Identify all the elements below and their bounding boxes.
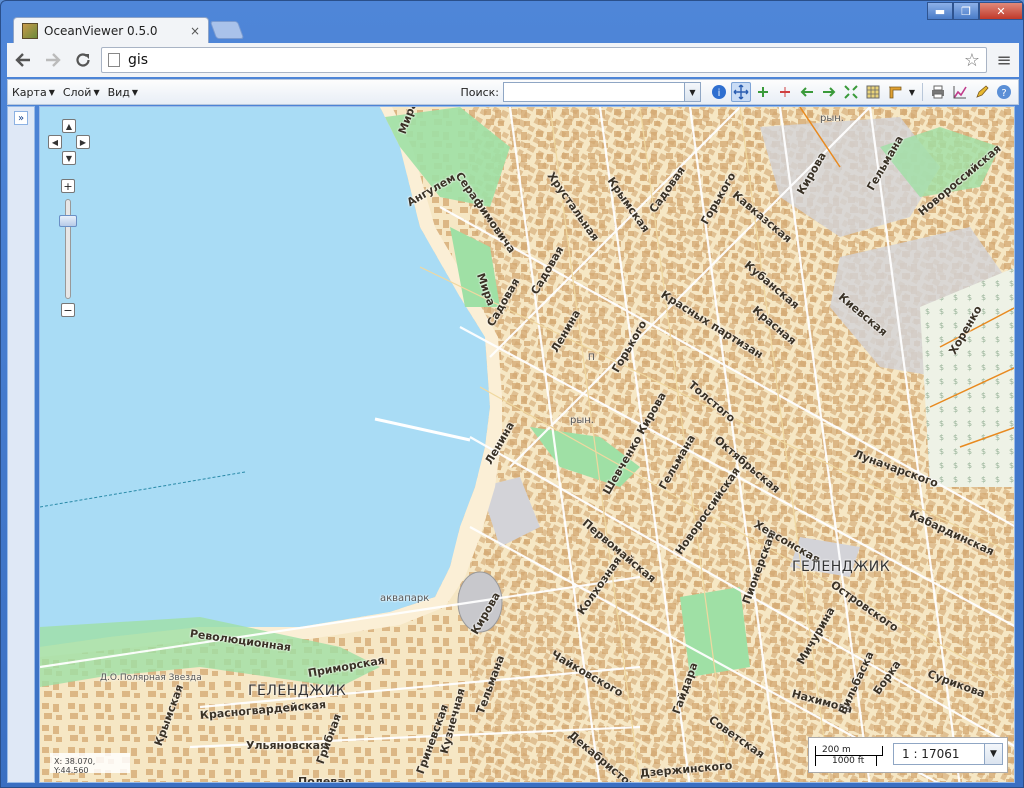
help-icon[interactable]: ? [994,82,1014,102]
new-tab-button[interactable] [209,21,245,39]
search-input[interactable] [504,83,684,101]
city-label: ГЕЛЕНДЖИК [792,559,891,575]
previous-extent-icon[interactable] [797,82,817,102]
expand-panel-icon[interactable]: » [14,111,28,125]
app-toolbar: Карта ▼ Слой ▼ Вид ▼ Поиск: ▼ i ▼ ? [7,79,1019,105]
poi-label: Д.О.Полярная Звезда [100,673,202,683]
tab-strip: OceanViewer 0.5.0 × ▬ ❐ ✕ [1,1,1024,43]
scale-value: 1 : 17061 [902,747,960,761]
menu-label: Слой [62,85,92,99]
zoom-in-box-icon[interactable] [753,82,773,102]
navigation-bar: gis ☆ ≡ [7,43,1019,77]
poi-label: рын. [570,415,594,426]
pan-left-button[interactable]: ◀ [48,135,62,149]
scalebar-metric: 200 m [815,746,883,756]
menu-karta[interactable]: Карта ▼ [12,86,55,99]
browser-tab[interactable]: OceanViewer 0.5.0 × [13,17,209,43]
svg-text:i: i [718,88,721,99]
browser-window: OceanViewer 0.5.0 × ▬ ❐ ✕ gis ☆ ≡ Карта ▼… [0,0,1024,788]
menu-sloy[interactable]: Слой ▼ [63,86,100,99]
poi-label: аквапарк [380,593,430,604]
grid-icon[interactable] [863,82,883,102]
poi-label: П [588,353,595,363]
forward-arrow-icon[interactable] [41,48,65,72]
toolbar-separator [922,83,923,101]
caret-down-icon: ▼ [93,87,100,97]
measure-icon[interactable] [885,82,905,102]
caret-down-icon: ▼ [48,87,55,97]
minimize-button[interactable]: ▬ [927,2,953,20]
zoom-out-box-icon[interactable] [775,82,795,102]
chevron-down-icon[interactable]: ▼ [984,744,1002,764]
search-label: Поиск: [460,85,499,99]
tab-close-icon[interactable]: × [190,24,200,38]
tab-title: OceanViewer 0.5.0 [44,23,158,38]
measure-dropdown-icon[interactable]: ▼ [907,82,917,102]
pan-icon[interactable] [731,82,751,102]
pan-right-button[interactable]: ▶ [76,135,90,149]
full-extent-icon[interactable] [841,82,861,102]
close-window-button[interactable]: ✕ [979,2,1023,20]
search-combobox[interactable]: ▼ [503,82,701,102]
print-icon[interactable] [928,82,948,102]
address-bar[interactable]: gis ☆ [101,47,987,73]
poi-label: рын. [820,113,844,124]
map-viewport[interactable]: $ [39,106,1015,783]
street-label: Полевая [298,775,352,783]
city-label: ГЕЛЕНДЖИК [248,683,347,699]
chevron-down-icon[interactable]: ▼ [684,83,700,101]
menu-vid[interactable]: Вид ▼ [108,86,138,99]
info-icon[interactable]: i [709,82,729,102]
zoom-slider-track[interactable] [65,199,71,299]
zoom-out-button[interactable]: − [61,303,75,317]
zoom-slider-thumb[interactable] [59,215,77,227]
back-arrow-icon[interactable] [11,48,35,72]
side-panel: » [7,106,35,783]
svg-text:?: ? [1001,88,1006,99]
menu-label: Вид [107,85,130,99]
pan-up-button[interactable]: ▲ [62,119,76,133]
hamburger-menu-icon[interactable]: ≡ [993,50,1015,71]
scale-select[interactable]: 1 : 17061 ▼ [893,743,1003,765]
maximize-button[interactable]: ❐ [953,2,979,20]
reload-icon[interactable] [71,48,95,72]
url-text: gis [128,52,149,68]
pan-down-button[interactable]: ▼ [62,151,76,165]
chart-icon[interactable] [950,82,970,102]
zoom-in-button[interactable]: + [61,179,75,193]
map-tools: i ▼ ? [709,82,1014,102]
coordinate-readout: X: 38.070, Y:44.560 [50,753,130,775]
scale-box: 200 m 1000 ft 1 : 17061 ▼ [808,737,1008,773]
street-label: Ульяновская [246,739,328,752]
page-icon [108,53,120,67]
map-favicon-icon [22,22,38,39]
menu-label: Карта [12,85,47,99]
window-controls: ▬ ❐ ✕ [927,2,1023,20]
scalebar-imperial: 1000 ft [815,756,877,766]
bookmark-star-icon[interactable]: ☆ [964,50,980,71]
edit-icon[interactable] [972,82,992,102]
caret-down-icon: ▼ [131,87,139,97]
next-extent-icon[interactable] [819,82,839,102]
